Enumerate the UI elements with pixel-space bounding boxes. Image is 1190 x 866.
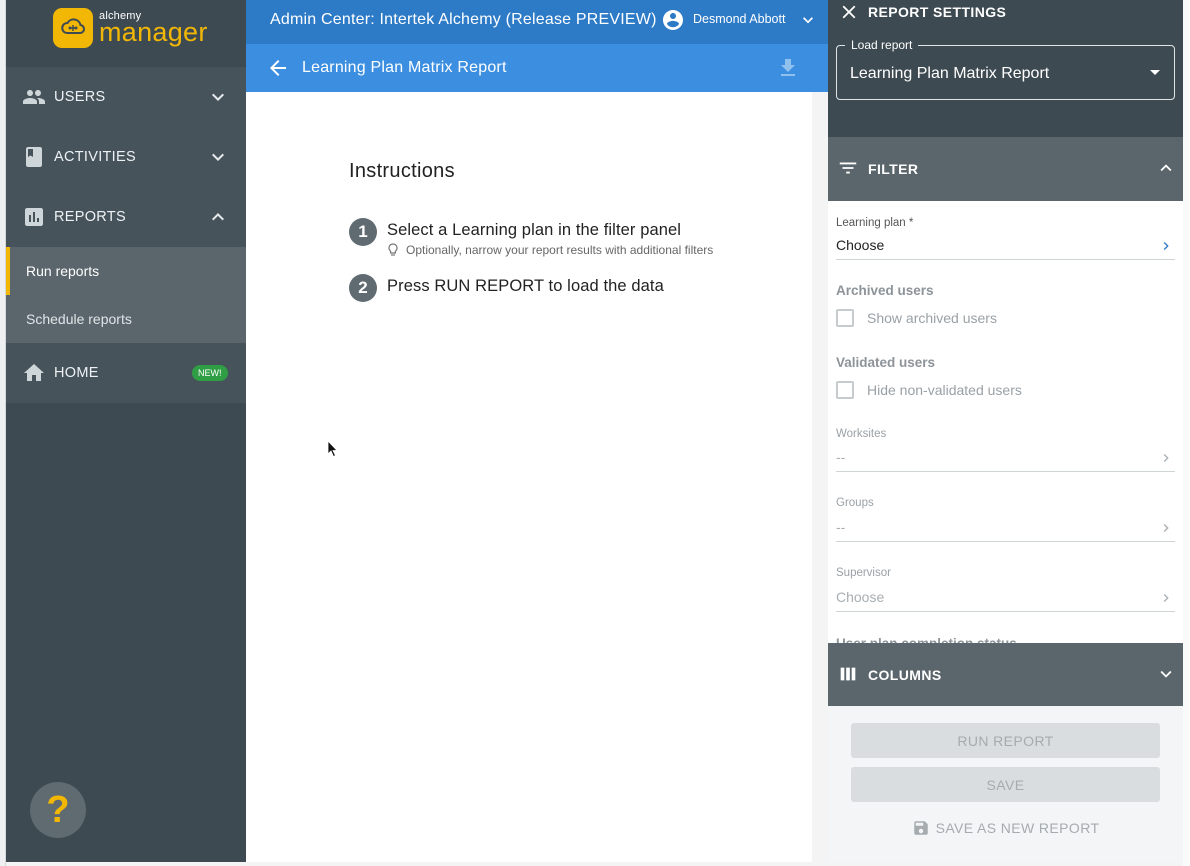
learning-plan-label: Learning plan * — [836, 217, 914, 229]
learning-plan-field[interactable]: Choose — [836, 234, 1175, 260]
columns-section-header[interactable]: COLUMNS — [828, 643, 1183, 707]
chevron-right-icon — [1163, 594, 1169, 602]
step-text: Select a Learning plan in the filter pan… — [387, 221, 682, 239]
report-settings-panel: REPORT SETTINGS Load report Learning Pla… — [828, 0, 1183, 862]
new-badge: NEW! — [192, 365, 228, 381]
load-report-select[interactable]: Load report Learning Plan Matrix Report — [836, 38, 1175, 100]
download-icon[interactable] — [776, 56, 800, 80]
chevron-up-icon — [212, 213, 224, 221]
groups-label: Groups — [836, 497, 874, 509]
logo-big-text: manager — [99, 16, 208, 47]
validated-users-title: Validated users — [836, 355, 936, 370]
chevron-down-icon — [1160, 670, 1172, 678]
step-hint: Optionally, narrow your report results w… — [387, 243, 713, 257]
dropdown-caret-icon — [1150, 70, 1160, 75]
filter-section-title: FILTER — [868, 161, 919, 177]
logo-badge-icon — [53, 8, 93, 48]
run-report-button[interactable]: RUN REPORT — [851, 723, 1160, 758]
checkbox-label: Hide non-validated users — [867, 382, 1022, 398]
people-icon — [23, 90, 45, 104]
sidebar-item-label: USERS — [54, 89, 106, 105]
header-title: Admin Center: Intertek Alchemy (Release … — [270, 11, 657, 28]
filter-section-header[interactable]: FILTER — [828, 137, 1183, 201]
chevron-down-icon[interactable] — [798, 10, 818, 30]
sidebar-subitem-run-reports[interactable]: Run reports — [6, 247, 246, 295]
report-actions: RUN REPORT SAVE SAVE AS NEW REPORT — [828, 706, 1183, 862]
save-floppy-icon — [913, 821, 928, 835]
sidebar: alchemy manager USERS ACTIVITIES REPORTS… — [6, 0, 246, 862]
sidebar-item-label: ACTIVITIES — [54, 149, 136, 165]
columns-icon — [840, 667, 856, 681]
archived-users-title: Archived users — [836, 283, 934, 298]
reports-submenu: Run reports Schedule reports — [6, 247, 246, 343]
sidebar-item-reports[interactable]: REPORTS — [6, 187, 246, 247]
chevron-right-icon — [1163, 242, 1169, 250]
app-header: Admin Center: Intertek Alchemy (Release … — [246, 0, 828, 44]
show-archived-checkbox[interactable]: Show archived users — [836, 309, 997, 327]
sidebar-item-activities[interactable]: ACTIVITIES — [6, 127, 246, 187]
sidebar-item-users[interactable]: USERS — [6, 67, 246, 127]
checkbox-icon — [836, 309, 854, 327]
save-button[interactable]: SAVE — [851, 767, 1160, 802]
book-icon — [26, 147, 42, 167]
chevron-right-icon — [1163, 454, 1169, 462]
app-logo[interactable]: alchemy manager — [53, 8, 208, 48]
supervisor-label: Supervisor — [836, 567, 891, 579]
groups-value: -- — [836, 519, 846, 535]
lightbulb-icon — [388, 243, 398, 256]
chevron-up-icon — [1160, 164, 1172, 172]
supervisor-value: Choose — [836, 589, 885, 605]
load-report-value: Learning Plan Matrix Report — [850, 65, 1050, 82]
worksites-value: -- — [836, 449, 846, 465]
close-icon[interactable] — [838, 1, 860, 23]
instructions-title: Instructions — [349, 160, 455, 182]
checkbox-icon — [836, 381, 854, 399]
step-number: 2 — [349, 274, 377, 302]
step-hint-text: Optionally, narrow your report results w… — [406, 243, 714, 257]
checkbox-label: Show archived users — [867, 310, 997, 326]
save-as-new-label: SAVE AS NEW REPORT — [935, 820, 1100, 836]
content-gutter — [812, 92, 828, 862]
worksites-field[interactable]: -- — [836, 446, 1175, 472]
columns-section-title: COLUMNS — [868, 667, 942, 683]
account-circle-icon[interactable] — [661, 8, 685, 32]
sidebar-item-label: HOME — [54, 365, 99, 381]
filter-icon — [839, 162, 857, 174]
page-title: Learning Plan Matrix Report — [302, 59, 507, 76]
save-as-new-report-button[interactable]: SAVE AS NEW REPORT — [851, 818, 1160, 838]
bar-chart-icon — [25, 208, 43, 226]
hide-non-validated-checkbox[interactable]: Hide non-validated users — [836, 381, 1022, 399]
learning-plan-value: Choose — [836, 237, 885, 253]
worksites-label: Worksites — [836, 428, 887, 440]
chevron-right-icon — [1163, 524, 1169, 532]
step-text: Press RUN REPORT to load the data — [387, 277, 664, 295]
groups-field[interactable]: -- — [836, 516, 1175, 542]
sidebar-item-label: REPORTS — [54, 209, 126, 225]
back-arrow-icon[interactable] — [266, 56, 290, 80]
chevron-down-icon — [212, 153, 224, 161]
background-window-edge-right — [1183, 0, 1190, 866]
help-button[interactable]: ? — [30, 782, 86, 838]
report-settings-header: REPORT SETTINGS Load report Learning Pla… — [828, 0, 1183, 137]
page-toolbar: Learning Plan Matrix Report — [246, 44, 828, 92]
user-name[interactable]: Desmond Abbott — [693, 12, 785, 26]
report-content: Instructions 1 Select a Learning plan in… — [246, 92, 812, 862]
sidebar-subitem-schedule-reports[interactable]: Schedule reports — [6, 295, 246, 343]
mouse-cursor-icon — [327, 440, 338, 458]
load-report-label: Load report — [845, 38, 919, 52]
supervisor-field[interactable]: Choose — [836, 586, 1175, 612]
home-icon — [24, 364, 44, 381]
chevron-down-icon — [212, 93, 224, 101]
step-number: 1 — [349, 218, 377, 246]
sidebar-item-home[interactable]: HOME NEW! — [6, 343, 246, 403]
report-settings-title: REPORT SETTINGS — [868, 4, 1007, 20]
